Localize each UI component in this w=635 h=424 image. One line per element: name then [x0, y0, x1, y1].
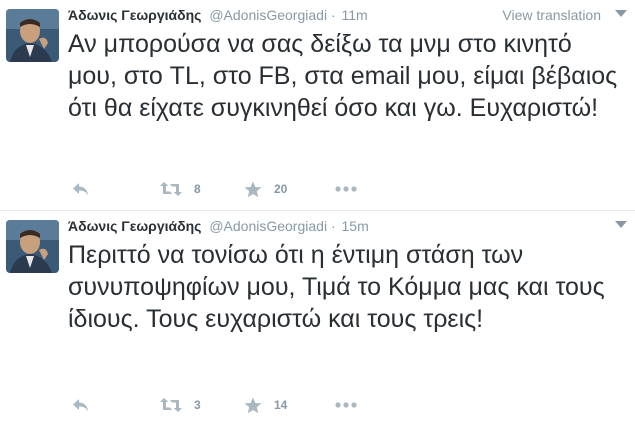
tweet[interactable]: Άδωνις Γεωργιάδης @AdonisGeorgiadi · 15m… [0, 211, 635, 424]
separator: · [330, 218, 336, 234]
author-name[interactable]: Άδωνις Γεωργιάδης [68, 7, 201, 23]
tweet-actions: 8 20 [72, 178, 492, 200]
star-icon [244, 397, 262, 413]
star-icon [244, 181, 262, 197]
tweet[interactable]: Άδωνις Γεωργιάδης @AdonisGeorgiadi · 11m… [0, 0, 635, 211]
timestamp[interactable]: 15m [342, 218, 369, 234]
retweet-icon [160, 398, 182, 412]
retweet-icon [160, 182, 182, 196]
tweet-timeline: Άδωνις Γεωργιάδης @AdonisGeorgiadi · 11m… [0, 0, 635, 424]
author-handle[interactable]: @AdonisGeorgiadi [209, 218, 327, 234]
view-translation-link[interactable]: View translation [502, 7, 601, 23]
avatar[interactable] [6, 9, 59, 62]
chevron-down-icon[interactable] [615, 10, 627, 17]
timestamp[interactable]: 11m [342, 7, 368, 23]
favorite-count: 20 [274, 182, 288, 196]
reply-icon [73, 399, 88, 411]
author-handle[interactable]: @AdonisGeorgiadi [209, 7, 327, 23]
retweet-button[interactable]: 3 [160, 394, 201, 416]
more-button[interactable] [335, 394, 357, 416]
retweet-button[interactable]: 8 [160, 178, 201, 200]
reply-button[interactable] [72, 178, 90, 200]
tweet-actions: 3 14 [72, 394, 492, 416]
chevron-down-icon[interactable] [615, 221, 627, 228]
reply-icon [73, 183, 88, 195]
tweet-header: Άδωνις Γεωργιάδης @AdonisGeorgiadi · 11m… [68, 7, 627, 25]
more-button[interactable] [335, 178, 357, 200]
tweet-text: Περιττό να τονίσω ότι η έντιμη στάση των… [68, 241, 605, 333]
favorite-button[interactable]: 20 [244, 178, 287, 200]
retweet-count: 3 [194, 398, 201, 412]
favorite-count: 14 [274, 398, 288, 412]
tweet-text: Αν μπορούσα να σας δείξω τα μνμ στο κινη… [68, 30, 618, 122]
more-icon [335, 186, 357, 192]
retweet-count: 8 [194, 182, 201, 196]
separator: · [330, 7, 336, 23]
tweet-header: Άδωνις Γεωργιάδης @AdonisGeorgiadi · 15m [68, 218, 627, 236]
avatar[interactable] [6, 220, 59, 273]
author-name[interactable]: Άδωνις Γεωργιάδης [68, 218, 201, 234]
favorite-button[interactable]: 14 [244, 394, 287, 416]
more-icon [335, 402, 357, 408]
reply-button[interactable] [72, 394, 90, 416]
